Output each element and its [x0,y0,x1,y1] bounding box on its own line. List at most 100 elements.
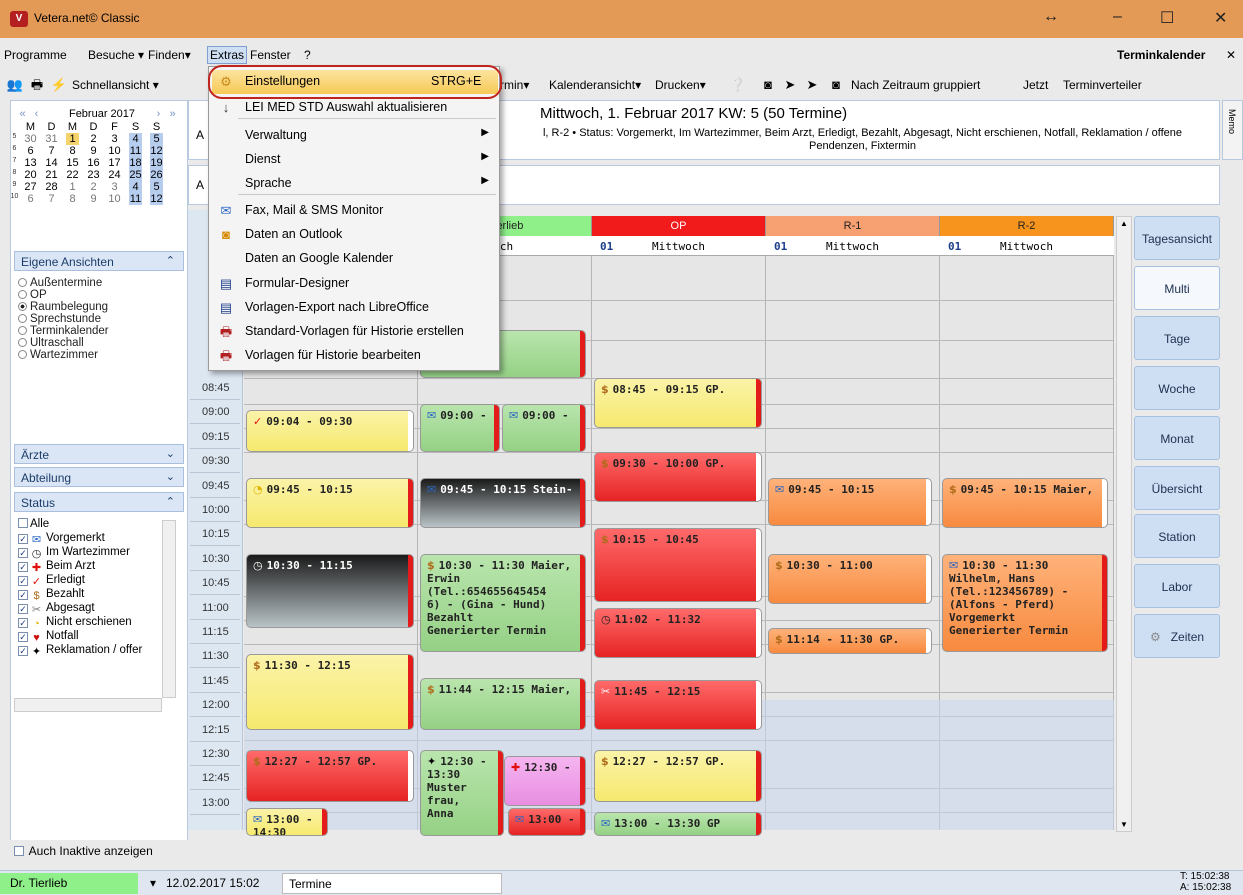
calendar-day[interactable]: 24 [108,169,121,181]
radio-button[interactable] [18,278,27,287]
calendar-day[interactable]: 12 [150,193,163,205]
radio-button[interactable] [18,326,27,335]
view-button-station[interactable]: Station [1134,514,1220,558]
status-item[interactable]: ✓ ✂ Abgesagt [18,602,95,616]
quick-view-icon[interactable]: ⚡ [50,76,68,94]
calendar-day[interactable]: 1 [66,133,79,145]
menu-extras[interactable]: Extras [207,46,248,64]
appointment[interactable]: ◷ 11:02 - 11:32 [594,608,762,658]
status-hscrollbar[interactable] [14,698,162,712]
calendar-day[interactable]: 26 [150,169,163,181]
arrow-right-icon[interactable]: ➤ [803,76,821,94]
status-checkbox[interactable]: ✓ [18,576,28,586]
appointment[interactable]: ✉ 13:00 - [508,808,586,836]
view-button-tage[interactable]: Tage [1134,316,1220,360]
restore-arrows-icon[interactable]: ↔ [1043,8,1059,26]
appointment[interactable]: ✉ 09:45 - 10:15 Stein- [420,478,586,528]
calendar-day[interactable]: 1 [66,181,79,193]
view-option[interactable]: OP [18,289,47,301]
appointment[interactable]: ✉ 13:00 - 13:30 GP [594,812,762,836]
menu-finden[interactable]: Finden▾ [148,48,191,62]
memo-tab[interactable]: Memo [1222,100,1243,160]
drucken-menu[interactable]: Drucken▾ [655,78,706,92]
calendar-day[interactable]: 9 [87,193,100,205]
view-button-tagesansicht[interactable]: Tagesansicht [1134,216,1220,260]
status-item[interactable]: ✓ ✓ Erledigt [18,574,85,588]
calendar-day[interactable]: 17 [108,157,121,169]
appointment[interactable]: $10:30 - 11:00 [768,554,932,604]
appointment[interactable]: ✉ 13:00 -14:30 [246,808,328,836]
menu-fenster[interactable]: Fenster [250,48,291,62]
terminverteiler-button[interactable]: Terminverteiler [1063,78,1142,92]
view-option[interactable]: Terminkalender [18,325,109,337]
status-header[interactable]: Status ⌃ [14,492,184,512]
appointment[interactable]: $11:30 - 12:15 [246,654,414,730]
appointment[interactable]: ◔ 09:45 - 10:15 [246,478,414,528]
calendar-day[interactable]: 18 [129,157,142,169]
dropdown-item-standard-vorlagen-f-r-historie-erstellen[interactable]: 🖶 Standard-Vorlagen für Historie erstelle… [209,320,499,344]
status-item[interactable]: ✓ $ Bezahlt [18,588,84,602]
view-button-übersicht[interactable]: Übersicht [1134,466,1220,510]
radio-button[interactable] [18,302,27,311]
status-scrollbar[interactable] [162,520,176,698]
maximize-button[interactable]: ☐ [1160,8,1174,28]
view-button-labor[interactable]: Labor [1134,564,1220,608]
dropdown-item-daten-an-google-kalender[interactable]: Daten an Google Kalender [209,247,499,271]
view-option[interactable]: Ultraschall [18,337,84,349]
calendar-scrollbar[interactable]: ▲ ▼ [1116,216,1132,832]
appointment[interactable]: $09:30 - 10:00 GP. [594,452,762,502]
view-button-multi[interactable]: Multi [1134,266,1220,310]
view-option[interactable]: Wartezimmer [18,349,98,361]
arrow-left-icon[interactable]: ➤ [781,76,799,94]
calendar-day[interactable]: 30 [24,133,37,145]
user-field[interactable]: Dr. Tierlieb [0,873,138,894]
calendar-day[interactable]: 8 [66,145,79,157]
view-option[interactable]: Raumbelegung [18,301,108,313]
dropdown-item-vorlagen-f-r-historie-bearbeiten[interactable]: 🖶 Vorlagen für Historie bearbeiten [209,344,499,368]
status-item[interactable]: Alle [18,518,49,532]
auch-inaktive-row[interactable]: Auch Inaktive anzeigen [10,840,188,865]
prev-month-icon[interactable]: ‹ [30,108,43,120]
jetzt-button[interactable]: Jetzt [1023,78,1048,92]
calendar-day[interactable]: 12 [150,145,163,157]
appointment[interactable]: $08:45 - 09:15 GP. [594,378,762,428]
calendar-day[interactable]: 19 [150,157,163,169]
calendar-day[interactable]: 8 [66,193,79,205]
calendar-day[interactable]: 2 [87,181,100,193]
appointment[interactable]: ✉ 09:00 - [420,404,500,452]
close-button[interactable]: ✕ [1214,8,1227,28]
view-button-woche[interactable]: Woche [1134,366,1220,410]
appointment[interactable]: ✉ 09:00 - [502,404,586,452]
prev-year-icon[interactable]: « [16,108,29,120]
menu-programme[interactable]: Programme [4,48,67,62]
panel-close-icon[interactable]: ✕ [1226,48,1236,62]
dropdown-item-sprache[interactable]: Sprache ▶ [209,172,499,196]
calendar-day[interactable]: 3 [108,181,121,193]
menu-help[interactable]: ? [304,48,311,62]
status-item[interactable]: ✓ ✦ Reklamation / offer [18,644,142,658]
radio-button[interactable] [18,338,27,347]
calendar-day[interactable]: 16 [87,157,100,169]
status-checkbox[interactable]: ✓ [18,632,28,642]
dropdown-item-vorlagen-export-nach-libreoffice[interactable]: ▤ Vorlagen-Export nach LibreOffice [209,296,499,320]
appointment[interactable]: $12:27 - 12:57 GP. [246,750,414,802]
appointment[interactable]: $11:44 - 12:15 Maier, [420,678,586,730]
info-icon[interactable]: ❔ [729,76,747,94]
status-checkbox[interactable]: ✓ [18,646,28,656]
appointment[interactable]: $10:15 - 10:45 [594,528,762,602]
appointment[interactable]: $11:14 - 11:30 GP. [768,628,932,654]
calendar-day[interactable]: 23 [87,169,100,181]
calendar-day[interactable]: 11 [129,145,142,157]
appointment[interactable]: $10:30 - 11:30 Maier, Erwin (Tel.:65465564… [420,554,586,652]
calendar-day[interactable]: 15 [66,157,79,169]
radio-button[interactable] [18,314,27,323]
kalenderansicht-menu[interactable]: Kalenderansicht▾ [549,78,641,92]
calendar-day[interactable]: 4 [129,181,142,193]
radio-button[interactable] [18,290,27,299]
calendar-day[interactable]: 21 [45,169,58,181]
dropdown-item-dienst[interactable]: Dienst ▶ [209,148,499,172]
status-item[interactable]: ✓ ✚ Beim Arzt [18,560,95,574]
calendar-day[interactable]: 27 [24,181,37,193]
calendar-day[interactable]: 10 [108,145,121,157]
status-checkbox[interactable]: ✓ [18,604,28,614]
